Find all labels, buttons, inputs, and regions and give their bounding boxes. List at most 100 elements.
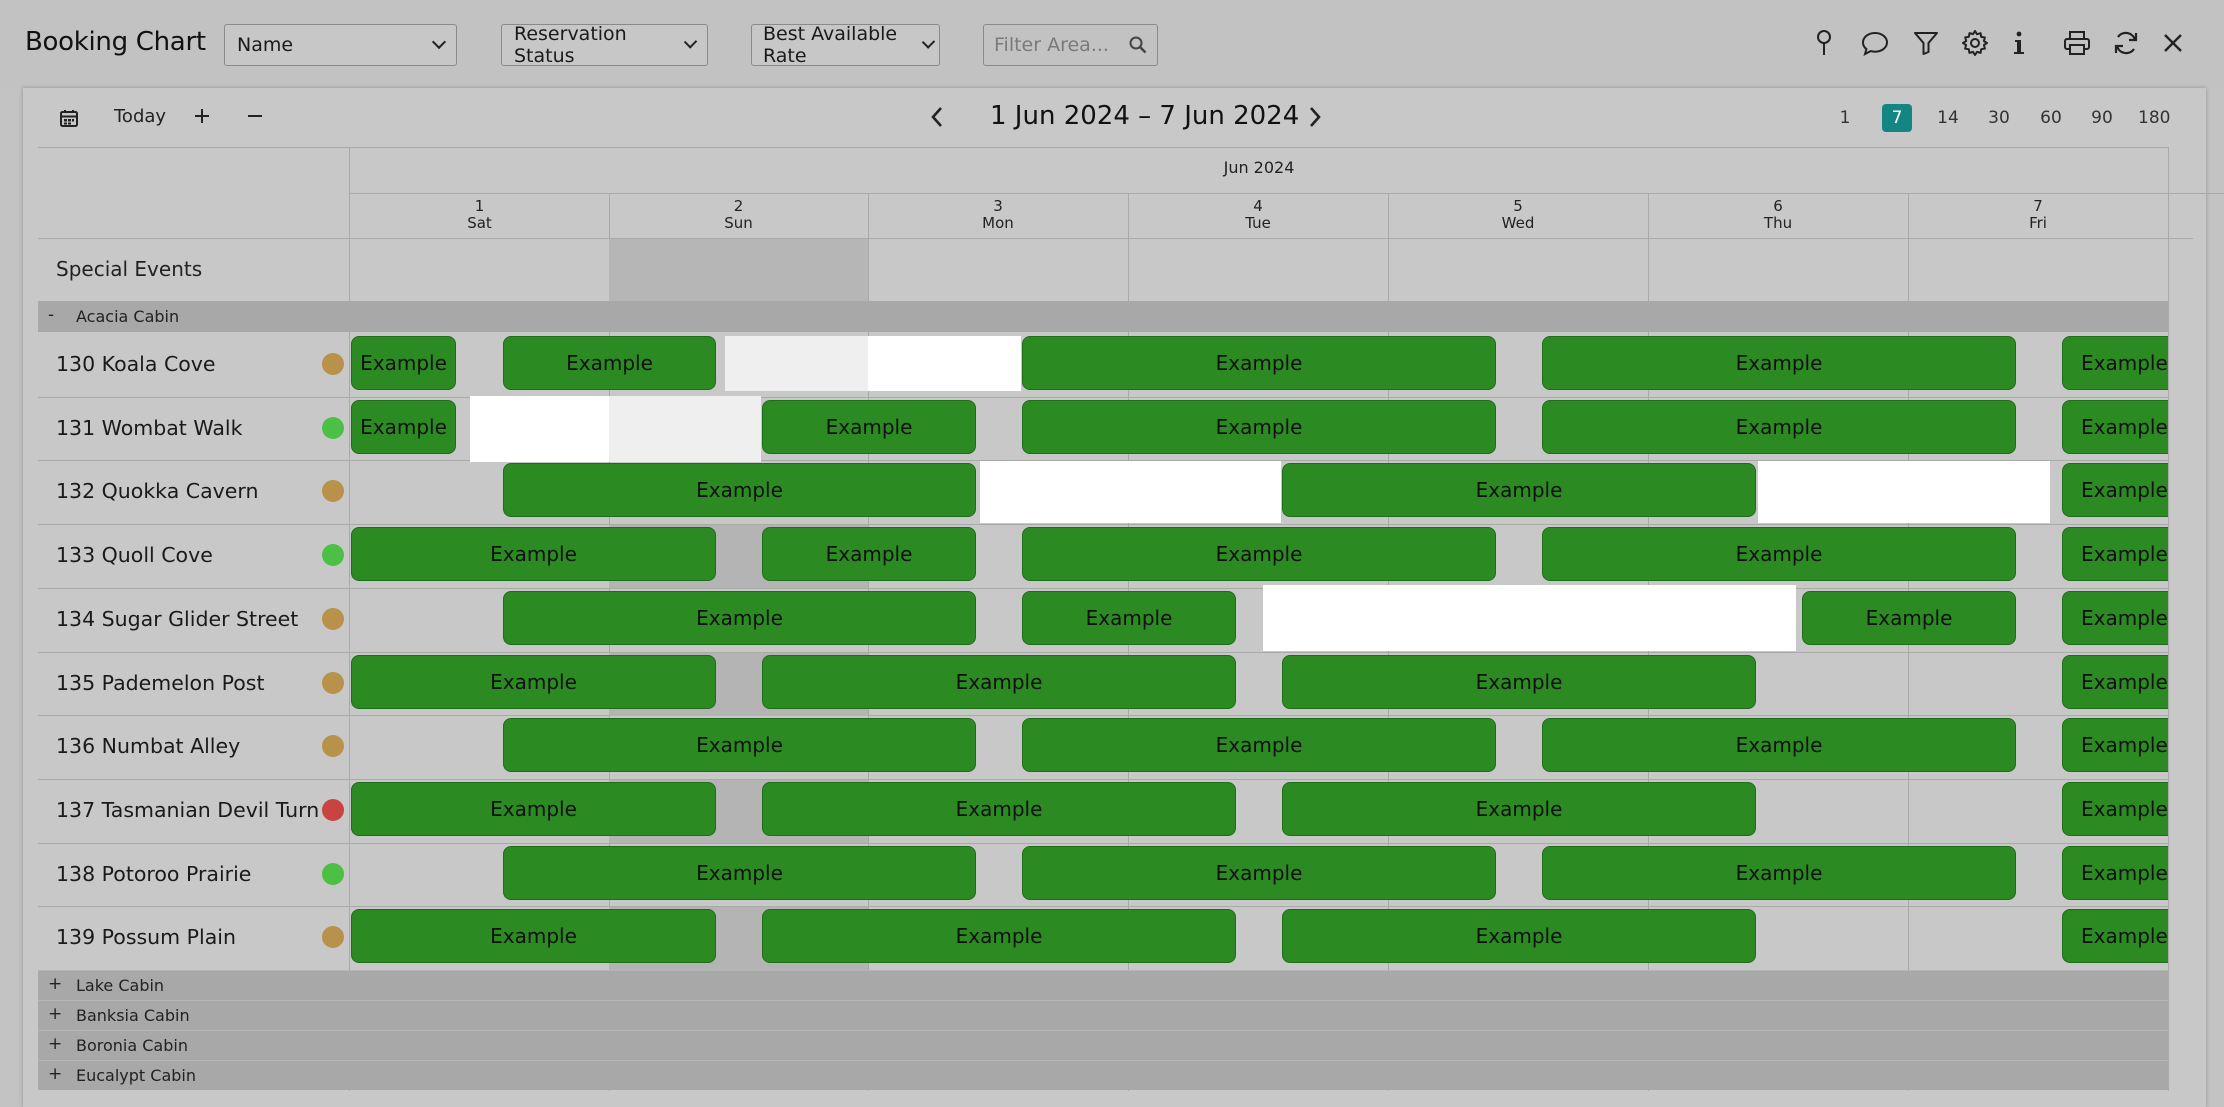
booking-block[interactable]: Example bbox=[762, 655, 1236, 709]
available-cell[interactable] bbox=[1263, 585, 1796, 651]
booking-block[interactable]: Example bbox=[1542, 527, 2016, 581]
zoom-option-30[interactable]: 30 bbox=[1984, 104, 2014, 132]
filter-icon[interactable] bbox=[1909, 26, 1943, 60]
refresh-icon[interactable] bbox=[2109, 26, 2143, 60]
zoom-option-14[interactable]: 14 bbox=[1933, 104, 1963, 132]
info-icon[interactable] bbox=[2002, 26, 2036, 60]
booking-block[interactable]: Example bbox=[351, 909, 716, 963]
booking-block[interactable]: Example bbox=[1022, 336, 1496, 390]
collapse-toggle[interactable]: - bbox=[48, 305, 54, 325]
group-row[interactable]: + Lake Cabin bbox=[38, 970, 2168, 1000]
booking-block[interactable]: Example bbox=[2062, 463, 2168, 517]
booking-block[interactable]: Example bbox=[1022, 527, 1496, 581]
expand-toggle[interactable]: + bbox=[48, 1064, 62, 1084]
booking-block[interactable]: Example bbox=[2062, 336, 2168, 390]
gear-icon[interactable] bbox=[1958, 26, 1992, 60]
group-row-acacia[interactable]: - Acacia Cabin bbox=[38, 302, 2168, 332]
booking-block[interactable]: Example bbox=[2062, 718, 2168, 772]
booking-block[interactable]: Example bbox=[2062, 591, 2168, 645]
available-cell[interactable] bbox=[980, 461, 1281, 523]
day-of-week: Sat bbox=[467, 214, 492, 232]
booking-block[interactable]: Example bbox=[1282, 463, 1756, 517]
zoom-option-60[interactable]: 60 bbox=[2036, 104, 2066, 132]
group-row[interactable]: + Eucalypt Cabin bbox=[38, 1060, 2168, 1090]
calendar-icon[interactable] bbox=[57, 106, 81, 130]
rate-select[interactable]: Best Available Rate bbox=[751, 23, 940, 67]
sort-select[interactable]: Name bbox=[224, 24, 457, 66]
room-name[interactable]: 134 Sugar Glider Street bbox=[56, 607, 298, 631]
day-header: 2 Sun bbox=[609, 194, 868, 238]
zoom-option-1[interactable]: 1 bbox=[1830, 104, 1860, 132]
room-name[interactable]: 137 Tasmanian Devil Turn bbox=[56, 798, 319, 822]
booking-block[interactable]: Example bbox=[351, 400, 456, 454]
expand-toggle[interactable]: + bbox=[48, 974, 62, 994]
booking-block[interactable]: Example bbox=[1022, 400, 1496, 454]
expand-toggle[interactable]: + bbox=[48, 1034, 62, 1054]
booking-block[interactable]: Example bbox=[1542, 336, 2016, 390]
group-row[interactable]: + Banksia Cabin bbox=[38, 1000, 2168, 1030]
available-cell[interactable] bbox=[609, 396, 761, 462]
next-week-icon[interactable] bbox=[1302, 104, 1328, 130]
booking-block[interactable]: Example bbox=[2062, 527, 2168, 581]
booking-block[interactable]: Example bbox=[1802, 591, 2016, 645]
booking-block[interactable]: Example bbox=[351, 336, 456, 390]
booking-block[interactable]: Example bbox=[2062, 400, 2168, 454]
booking-block[interactable]: Example bbox=[1022, 591, 1236, 645]
pin-icon[interactable] bbox=[1807, 26, 1841, 60]
booking-block[interactable]: Example bbox=[503, 846, 976, 900]
close-icon[interactable] bbox=[2156, 26, 2190, 60]
booking-block[interactable]: Example bbox=[762, 909, 1236, 963]
zoom-out-icon[interactable] bbox=[244, 105, 266, 127]
booking-block[interactable]: Example bbox=[351, 527, 716, 581]
available-cell[interactable] bbox=[1758, 461, 2050, 523]
room-name[interactable]: 139 Possum Plain bbox=[56, 925, 236, 949]
booking-block[interactable]: Example bbox=[1542, 846, 2016, 900]
booking-block[interactable]: Example bbox=[503, 591, 976, 645]
booking-block[interactable]: Example bbox=[351, 782, 716, 836]
booking-block[interactable]: Example bbox=[762, 527, 976, 581]
booking-block[interactable]: Example bbox=[503, 336, 716, 390]
zoom-option-90[interactable]: 90 bbox=[2087, 104, 2117, 132]
room-name[interactable]: 136 Numbat Alley bbox=[56, 734, 240, 758]
booking-block[interactable]: Example bbox=[1282, 782, 1756, 836]
print-icon[interactable] bbox=[2060, 26, 2094, 60]
booking-block[interactable]: Example bbox=[1542, 718, 2016, 772]
zoom-in-icon[interactable] bbox=[193, 105, 211, 127]
group-name: Lake Cabin bbox=[76, 976, 165, 995]
today-button[interactable]: Today bbox=[114, 106, 166, 127]
available-cell[interactable] bbox=[470, 396, 609, 462]
booking-block[interactable]: Example bbox=[503, 463, 976, 517]
zoom-option-7[interactable]: 7 bbox=[1882, 104, 1912, 132]
booking-block[interactable]: Example bbox=[351, 655, 716, 709]
booking-block[interactable]: Example bbox=[2062, 846, 2168, 900]
room-name[interactable]: 138 Potoroo Prairie bbox=[56, 862, 251, 886]
booking-block[interactable]: Example bbox=[1282, 655, 1756, 709]
booking-block[interactable]: Example bbox=[2062, 909, 2168, 963]
filter-area-input[interactable]: Filter Area... bbox=[983, 24, 1158, 66]
booking-block[interactable]: Example bbox=[762, 400, 976, 454]
available-cell[interactable] bbox=[725, 336, 868, 391]
day-number: 3 bbox=[993, 197, 1003, 215]
day-of-week: Wed bbox=[1501, 214, 1535, 232]
booking-block[interactable]: Example bbox=[2062, 655, 2168, 709]
zoom-option-180[interactable]: 180 bbox=[2138, 104, 2170, 132]
room-name[interactable]: 135 Pademelon Post bbox=[56, 671, 265, 695]
expand-toggle[interactable]: + bbox=[48, 1004, 62, 1024]
booking-block[interactable]: Example bbox=[1022, 718, 1496, 772]
room-name[interactable]: 130 Koala Cove bbox=[56, 352, 216, 376]
room-status-indicator bbox=[322, 417, 344, 439]
room-name[interactable]: 133 Quoll Cove bbox=[56, 543, 213, 567]
comment-icon[interactable] bbox=[1858, 26, 1892, 60]
room-name[interactable]: 131 Wombat Walk bbox=[56, 416, 242, 440]
booking-block[interactable]: Example bbox=[1022, 846, 1496, 900]
group-row[interactable]: + Boronia Cabin bbox=[38, 1030, 2168, 1060]
booking-block[interactable]: Example bbox=[1282, 909, 1756, 963]
booking-block[interactable]: Example bbox=[503, 718, 976, 772]
booking-block[interactable]: Example bbox=[2062, 782, 2168, 836]
previous-week-icon[interactable] bbox=[924, 104, 950, 130]
booking-block[interactable]: Example bbox=[762, 782, 1236, 836]
status-select[interactable]: Reservation Status bbox=[501, 23, 708, 67]
room-name[interactable]: 132 Quokka Cavern bbox=[56, 479, 258, 503]
available-cell[interactable] bbox=[868, 336, 1021, 391]
booking-block[interactable]: Example bbox=[1542, 400, 2016, 454]
